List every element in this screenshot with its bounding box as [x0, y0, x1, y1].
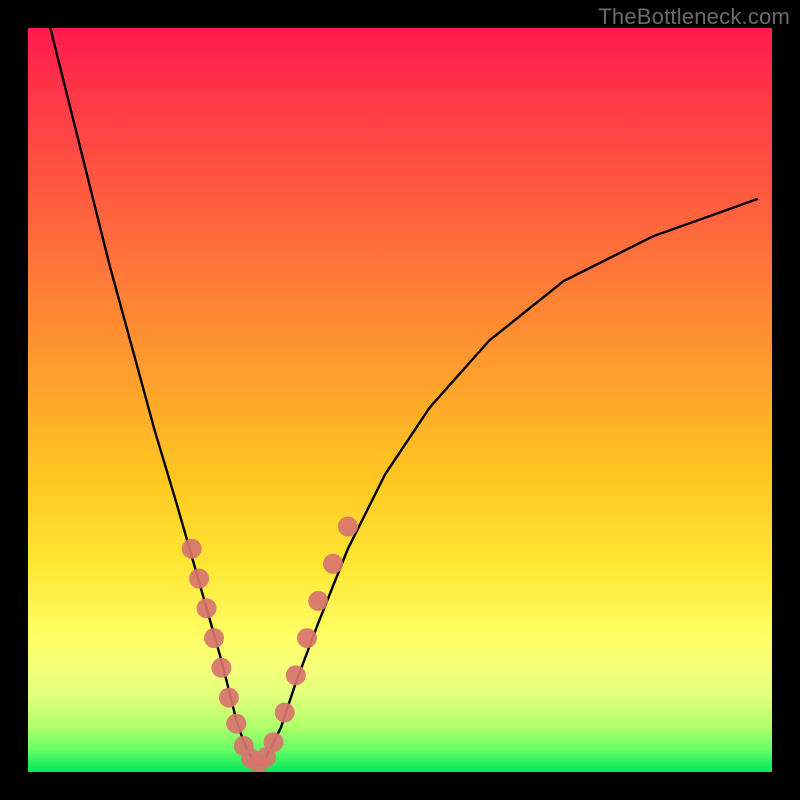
- marker-dot: [219, 688, 239, 708]
- marker-dot: [275, 703, 295, 723]
- chart-frame: TheBottleneck.com: [0, 0, 800, 800]
- bottleneck-curve-path: [50, 28, 757, 765]
- marker-dot: [286, 665, 306, 685]
- marker-dot: [338, 517, 358, 537]
- plot-area: [28, 28, 772, 772]
- marker-dot: [189, 569, 209, 589]
- marker-dot: [308, 591, 328, 611]
- marker-dot: [204, 628, 224, 648]
- chart-svg: [28, 28, 772, 772]
- marker-dot: [297, 628, 317, 648]
- marker-dot: [264, 732, 284, 752]
- marker-dot: [323, 554, 343, 574]
- watermark-text: TheBottleneck.com: [598, 4, 790, 30]
- curve-line: [50, 28, 757, 765]
- marker-dot: [226, 714, 246, 734]
- marker-dot: [197, 598, 217, 618]
- curve-markers: [182, 517, 358, 773]
- marker-dot: [211, 658, 231, 678]
- marker-dot: [182, 539, 202, 559]
